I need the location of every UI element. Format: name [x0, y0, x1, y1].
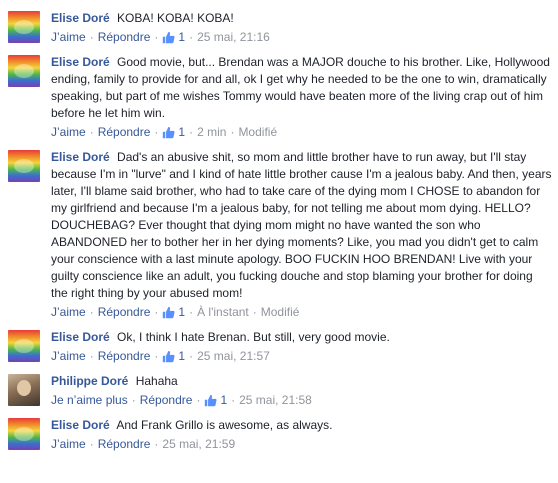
comment-actions: J’aime · Répondre · 1 · 2 min · Modifié — [51, 123, 552, 141]
separator-dot: · — [231, 393, 236, 407]
reply-link[interactable]: Répondre — [140, 393, 193, 407]
comment: Elise Doré Good movie, but... Brendan wa… — [0, 50, 558, 145]
comment-timestamp[interactable]: 25 mai, 21:16 — [197, 30, 270, 44]
separator-dot: · — [196, 393, 201, 407]
comment: Elise Doré Ok, I think I hate Brenan. Bu… — [0, 325, 558, 369]
like-count-value: 1 — [178, 125, 186, 139]
like-count[interactable]: 1 — [162, 125, 185, 139]
comment-text-block: Elise Doré Ok, I think I hate Brenan. Bu… — [51, 329, 552, 346]
separator-dot: · — [189, 349, 194, 363]
like-count-value: 1 — [220, 393, 228, 407]
separator-dot: · — [154, 30, 159, 44]
reply-link[interactable]: Répondre — [98, 437, 151, 451]
separator-dot: · — [154, 437, 159, 451]
comment-text: Good movie, but... Brendan was a MAJOR d… — [51, 55, 550, 120]
thumbs-up-icon — [205, 394, 217, 406]
comment-text: Ok, I think I hate Brenan. But still, ve… — [117, 330, 390, 344]
unlike-link[interactable]: Je n’aime plus — [51, 393, 128, 407]
like-count-value: 1 — [178, 305, 186, 319]
comment: Elise Doré Dad's an abusive shit, so mom… — [0, 145, 558, 325]
separator-dot: · — [89, 349, 94, 363]
like-count-value: 1 — [178, 30, 186, 44]
separator-dot: · — [89, 30, 94, 44]
separator-dot: · — [189, 125, 194, 139]
reply-link[interactable]: Répondre — [98, 30, 151, 44]
separator-dot: · — [230, 125, 235, 139]
comment-text-block: Elise Doré Dad's an abusive shit, so mom… — [51, 149, 552, 302]
thumbs-up-icon — [163, 31, 175, 43]
thumbs-up-icon — [163, 350, 175, 362]
separator-dot: · — [89, 437, 94, 451]
separator-dot: · — [252, 305, 257, 319]
comment-body: Elise Doré Dad's an abusive shit, so mom… — [51, 149, 552, 321]
comment: Philippe Doré Hahaha Je n’aime plus · Ré… — [0, 369, 558, 413]
separator-dot: · — [189, 305, 194, 319]
comment-thread: Elise Doré KOBA! KOBA! KOBA! J’aime · Ré… — [0, 0, 558, 483]
avatar[interactable] — [8, 55, 40, 87]
comment-text-block: Elise Doré And Frank Grillo is awesome, … — [51, 417, 552, 434]
comment-author[interactable]: Elise Doré — [51, 55, 110, 69]
comment-author[interactable]: Elise Doré — [51, 11, 110, 25]
comment-actions: J’aime · Répondre · 1 · À l'instant · Mo… — [51, 303, 552, 321]
comment-body: Elise Doré Good movie, but... Brendan wa… — [51, 54, 552, 141]
comment-author[interactable]: Elise Doré — [51, 418, 110, 432]
comment-actions: Je n’aime plus · Répondre · 1 · 25 mai, … — [51, 391, 552, 409]
avatar[interactable] — [8, 418, 40, 450]
comment-body: Elise Doré KOBA! KOBA! KOBA! J’aime · Ré… — [51, 10, 552, 46]
comment-author[interactable]: Elise Doré — [51, 330, 110, 344]
avatar[interactable] — [8, 374, 40, 406]
comment-timestamp[interactable]: 25 mai, 21:59 — [162, 437, 235, 451]
comment: Elise Doré And Frank Grillo is awesome, … — [0, 413, 558, 457]
comment-body: Philippe Doré Hahaha Je n’aime plus · Ré… — [51, 373, 552, 409]
comment-author[interactable]: Elise Doré — [51, 150, 110, 164]
comment-actions: J’aime · Répondre · 25 mai, 21:59 — [51, 435, 552, 453]
like-link[interactable]: J’aime — [51, 305, 86, 319]
comment-actions: J’aime · Répondre · 1 · 25 mai, 21:57 — [51, 347, 552, 365]
comment-text-block: Elise Doré KOBA! KOBA! KOBA! — [51, 10, 552, 27]
like-link[interactable]: J’aime — [51, 125, 86, 139]
comment-body: Elise Doré Ok, I think I hate Brenan. Bu… — [51, 329, 552, 365]
reply-link[interactable]: Répondre — [98, 125, 151, 139]
comment-body: Elise Doré And Frank Grillo is awesome, … — [51, 417, 552, 453]
comment-author[interactable]: Philippe Doré — [51, 374, 128, 388]
separator-dot: · — [131, 393, 136, 407]
comment-text: And Frank Grillo is awesome, as always. — [116, 418, 333, 432]
thumbs-up-icon — [163, 126, 175, 138]
like-link[interactable]: J’aime — [51, 349, 86, 363]
edited-label[interactable]: Modifié — [238, 125, 277, 139]
separator-dot: · — [154, 125, 159, 139]
comment-text: KOBA! KOBA! KOBA! — [117, 11, 234, 25]
comment-timestamp[interactable]: 25 mai, 21:57 — [197, 349, 270, 363]
comment-text-block: Philippe Doré Hahaha — [51, 373, 552, 390]
separator-dot: · — [189, 30, 194, 44]
comment-text-block: Elise Doré Good movie, but... Brendan wa… — [51, 54, 552, 122]
comment-timestamp[interactable]: 2 min — [197, 125, 226, 139]
like-link[interactable]: J’aime — [51, 437, 86, 451]
like-count[interactable]: 1 — [204, 393, 227, 407]
avatar[interactable] — [8, 330, 40, 362]
separator-dot: · — [89, 125, 94, 139]
reply-link[interactable]: Répondre — [98, 305, 151, 319]
like-link[interactable]: J’aime — [51, 30, 86, 44]
comment-text: Hahaha — [135, 374, 178, 388]
separator-dot: · — [154, 349, 159, 363]
comment-timestamp[interactable]: 25 mai, 21:58 — [239, 393, 312, 407]
like-count[interactable]: 1 — [162, 305, 185, 319]
separator-dot: · — [154, 305, 159, 319]
avatar[interactable] — [8, 150, 40, 182]
reply-link[interactable]: Répondre — [98, 349, 151, 363]
like-count[interactable]: 1 — [162, 349, 185, 363]
comment: Elise Doré KOBA! KOBA! KOBA! J’aime · Ré… — [0, 6, 558, 50]
separator-dot: · — [89, 305, 94, 319]
thumbs-up-icon — [163, 306, 175, 318]
avatar[interactable] — [8, 11, 40, 43]
comment-timestamp[interactable]: À l'instant — [197, 305, 249, 319]
like-count[interactable]: 1 — [162, 30, 185, 44]
comment-text: Dad's an abusive shit, so mom and little… — [51, 150, 552, 300]
like-count-value: 1 — [178, 349, 186, 363]
comment-actions: J’aime · Répondre · 1 · 25 mai, 21:16 — [51, 28, 552, 46]
edited-label[interactable]: Modifié — [261, 305, 300, 319]
